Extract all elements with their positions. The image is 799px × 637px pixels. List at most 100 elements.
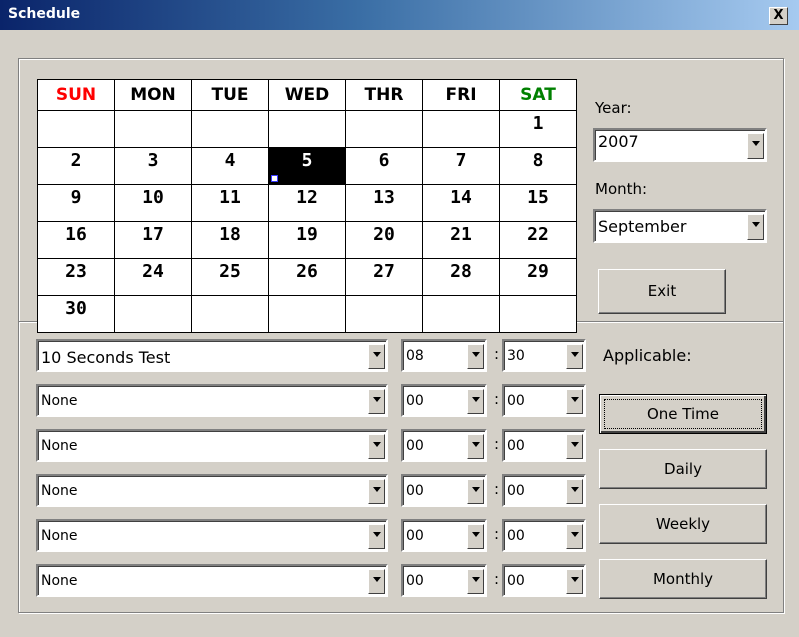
monthly-button[interactable]: Monthly	[599, 559, 767, 599]
calendar-day[interactable]: 26	[268, 258, 346, 296]
task-select[interactable]: 10 Seconds Test	[36, 339, 388, 372]
hour-select[interactable]: 00	[401, 474, 487, 507]
chevron-down-icon[interactable]	[566, 344, 583, 369]
calendar-day[interactable]: 16	[37, 221, 115, 259]
chevron-down-icon[interactable]	[467, 344, 484, 369]
chevron-down-icon[interactable]	[368, 479, 385, 504]
calendar-day[interactable]: 29	[499, 258, 577, 296]
chevron-down-icon[interactable]	[566, 479, 583, 504]
time-separator: :	[494, 480, 500, 498]
minute-select[interactable]: 00	[502, 384, 586, 417]
chevron-down-icon[interactable]	[467, 389, 484, 414]
calendar-day-number: 7	[455, 150, 467, 171]
calendar-day[interactable]: 27	[345, 258, 423, 296]
chevron-down-icon[interactable]	[467, 479, 484, 504]
calendar-day[interactable]: 4	[191, 147, 269, 185]
time-separator: :	[494, 435, 500, 453]
minute-select-value: 00	[507, 528, 525, 544]
time-separator: :	[494, 345, 500, 363]
calendar-day-number: 20	[373, 224, 395, 245]
hour-select[interactable]: 00	[401, 384, 487, 417]
calendar-day[interactable]: 14	[422, 184, 500, 222]
hour-select[interactable]: 00	[401, 519, 487, 552]
calendar-empty-cell	[191, 110, 269, 148]
minute-select[interactable]: 00	[502, 564, 586, 597]
calendar-day-number: 2	[70, 150, 82, 171]
calendar-day[interactable]: 3	[114, 147, 192, 185]
minute-select[interactable]: 30	[502, 339, 586, 372]
calendar-day[interactable]: 24	[114, 258, 192, 296]
calendar-day[interactable]: 9	[37, 184, 115, 222]
title-bar: Schedule X	[0, 0, 799, 30]
task-select[interactable]: None	[36, 429, 388, 462]
exit-button[interactable]: Exit	[598, 269, 726, 314]
window-title: Schedule	[8, 6, 81, 22]
hour-select[interactable]: 00	[401, 564, 487, 597]
applicable-label: Applicable:	[603, 346, 692, 365]
day-header-sat: SAT	[499, 79, 577, 111]
task-select[interactable]: None	[36, 519, 388, 552]
calendar-day[interactable]: 19	[268, 221, 346, 259]
calendar-day[interactable]: 2	[37, 147, 115, 185]
chevron-down-icon[interactable]	[566, 389, 583, 414]
chevron-down-icon[interactable]	[566, 569, 583, 594]
calendar-day[interactable]: 21	[422, 221, 500, 259]
chevron-down-icon[interactable]	[467, 434, 484, 459]
day-header-mon: MON	[114, 79, 192, 111]
close-button[interactable]: X	[769, 7, 788, 25]
calendar-day[interactable]: 11	[191, 184, 269, 222]
calendar-day[interactable]: 28	[422, 258, 500, 296]
calendar-day[interactable]: 6	[345, 147, 423, 185]
minute-select[interactable]: 00	[502, 519, 586, 552]
calendar-day[interactable]: 18	[191, 221, 269, 259]
calendar-empty-cell	[268, 295, 346, 333]
minute-select-value: 00	[507, 483, 525, 499]
chevron-down-icon[interactable]	[747, 214, 764, 240]
chevron-down-icon[interactable]	[467, 524, 484, 549]
minute-select[interactable]: 00	[502, 429, 586, 462]
calendar-day[interactable]: 30	[37, 295, 115, 333]
month-select[interactable]: September	[593, 209, 767, 243]
calendar-empty-cell	[114, 110, 192, 148]
calendar-day[interactable]: 12	[268, 184, 346, 222]
calendar-day-number: 30	[65, 298, 87, 319]
chevron-down-icon[interactable]	[566, 524, 583, 549]
chevron-down-icon[interactable]	[368, 344, 385, 369]
calendar-day[interactable]: 8	[499, 147, 577, 185]
chevron-down-icon[interactable]	[747, 133, 764, 159]
calendar-day[interactable]: 22	[499, 221, 577, 259]
chevron-down-icon[interactable]	[368, 524, 385, 549]
calendar-empty-cell	[114, 295, 192, 333]
calendar-day-selected[interactable]: 5	[268, 147, 346, 185]
one-time-button[interactable]: One Time	[599, 394, 767, 434]
chevron-down-icon[interactable]	[566, 434, 583, 459]
chevron-down-icon[interactable]	[368, 569, 385, 594]
year-label: Year:	[595, 99, 632, 117]
hour-select[interactable]: 00	[401, 429, 487, 462]
hour-select[interactable]: 08	[401, 339, 487, 372]
minute-select[interactable]: 00	[502, 474, 586, 507]
month-label: Month:	[595, 180, 648, 198]
chevron-down-icon[interactable]	[467, 569, 484, 594]
calendar-day[interactable]: 10	[114, 184, 192, 222]
calendar-day[interactable]: 20	[345, 221, 423, 259]
calendar-day[interactable]: 15	[499, 184, 577, 222]
task-select[interactable]: None	[36, 474, 388, 507]
calendar-day-number: 18	[219, 224, 241, 245]
calendar-day[interactable]: 1	[499, 110, 577, 148]
calendar-day[interactable]: 25	[191, 258, 269, 296]
calendar-day[interactable]: 17	[114, 221, 192, 259]
calendar-grid: SUN MON TUE WED THR FRI SAT 1 2 3 4 5 6 7 8 9 10 11 12 13 1…	[37, 79, 577, 333]
calendar-day[interactable]: 23	[37, 258, 115, 296]
weekly-button[interactable]: Weekly	[599, 504, 767, 544]
task-select[interactable]: None	[36, 384, 388, 417]
task-select[interactable]: None	[36, 564, 388, 597]
calendar-day[interactable]: 7	[422, 147, 500, 185]
chevron-down-icon[interactable]	[368, 434, 385, 459]
daily-button[interactable]: Daily	[599, 449, 767, 489]
day-header-thr: THR	[345, 79, 423, 111]
calendar-day[interactable]: 13	[345, 184, 423, 222]
month-value: September	[598, 217, 687, 236]
year-select[interactable]: 2007	[593, 128, 767, 162]
chevron-down-icon[interactable]	[368, 389, 385, 414]
